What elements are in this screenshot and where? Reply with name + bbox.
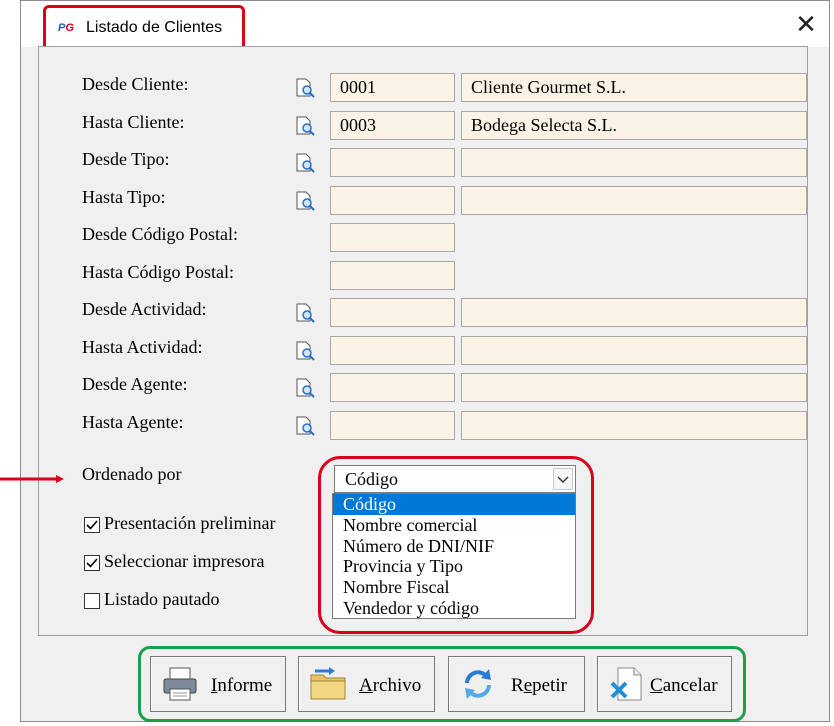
informe-button[interactable]: Informe	[150, 656, 286, 712]
cancel-icon	[610, 667, 642, 701]
order-options-list: Código Nombre comercial Número de DNI/NI…	[332, 493, 576, 619]
filter-name-field[interactable]	[461, 185, 807, 215]
filter-label: Hasta Tipo:	[82, 186, 166, 207]
title-highlight: PG Listado de Clientes	[43, 5, 245, 51]
filter-code-input[interactable]: 0003	[330, 110, 455, 140]
app-logo-icon: PG	[58, 22, 74, 34]
filter-code-input[interactable]	[330, 223, 455, 252]
printer-icon	[163, 667, 197, 701]
filter-name-field[interactable]	[461, 148, 807, 177]
lookup-icon[interactable]	[294, 340, 316, 362]
filter-name-field[interactable]	[461, 373, 807, 402]
filter-label: Hasta Actividad:	[82, 336, 203, 357]
lookup-icon[interactable]	[294, 302, 316, 324]
filter-name-field[interactable]: Bodega Selecta S.L.	[461, 110, 807, 140]
order-option[interactable]: Vendedor y código	[333, 598, 575, 619]
close-icon[interactable]: ✕	[791, 9, 821, 39]
order-option[interactable]: Número de DNI/NIF	[333, 536, 575, 557]
filter-label: Desde Actividad:	[82, 299, 207, 319]
repetir-button[interactable]: Repetir	[448, 656, 585, 712]
lookup-icon[interactable]	[294, 152, 316, 174]
filter-code-input[interactable]	[330, 260, 455, 290]
order-option[interactable]: Código	[333, 494, 575, 515]
checkbox-pautado[interactable]	[84, 593, 100, 609]
filter-label: Desde Tipo:	[82, 149, 170, 169]
order-option[interactable]: Nombre comercial	[333, 515, 575, 536]
chevron-down-icon[interactable]	[553, 468, 573, 490]
order-option[interactable]: Provincia y Tipo	[333, 556, 575, 577]
title-bar[interactable]: PG Listado de Clientes ✕	[21, 1, 829, 51]
filter-code-input[interactable]	[330, 410, 455, 440]
order-label: Ordenado por	[82, 464, 182, 484]
lookup-icon[interactable]	[294, 77, 316, 99]
filter-label: Desde Código Postal:	[82, 224, 238, 244]
order-select[interactable]: Código	[334, 465, 576, 493]
filter-label: Hasta Cliente:	[82, 111, 185, 132]
filter-label: Hasta Código Postal:	[82, 261, 234, 282]
filter-label: Hasta Agente:	[82, 411, 184, 432]
filter-name-field[interactable]	[461, 298, 807, 327]
window-title: Listado de Clientes	[86, 19, 223, 36]
filter-label: Desde Agente:	[82, 374, 188, 394]
checkbox-label: Seleccionar impresora	[104, 551, 265, 571]
refresh-icon	[465, 669, 491, 699]
filter-code-input[interactable]	[330, 185, 455, 215]
checkbox-label: Presentación preliminar	[104, 513, 276, 533]
filter-name-field[interactable]: Cliente Gourmet S.L.	[461, 73, 807, 102]
filter-code-input[interactable]: 0001	[330, 73, 455, 102]
filter-code-input[interactable]	[330, 373, 455, 402]
order-selected-value: Código	[345, 469, 399, 489]
lookup-icon[interactable]	[294, 115, 316, 137]
checkbox-label: Listado pautado	[104, 589, 220, 609]
filter-name-field[interactable]	[461, 410, 807, 440]
filter-code-input[interactable]	[330, 148, 455, 177]
lookup-icon[interactable]	[294, 377, 316, 399]
archivo-button[interactable]: Archivo	[298, 656, 435, 712]
checkbox-impresora[interactable]	[84, 555, 100, 571]
filter-code-input[interactable]	[330, 298, 455, 327]
folder-icon	[310, 667, 346, 700]
order-option[interactable]: Nombre Fiscal	[333, 577, 575, 598]
filter-label: Desde Cliente:	[82, 74, 189, 94]
filter-name-field[interactable]	[461, 335, 807, 365]
lookup-icon[interactable]	[294, 415, 316, 437]
red-arrow-annotation	[0, 475, 64, 483]
lookup-icon[interactable]	[294, 190, 316, 212]
cancelar-button[interactable]: Cancelar	[597, 656, 732, 712]
checkbox-presentacion[interactable]	[84, 517, 100, 533]
filter-code-input[interactable]	[330, 335, 455, 365]
